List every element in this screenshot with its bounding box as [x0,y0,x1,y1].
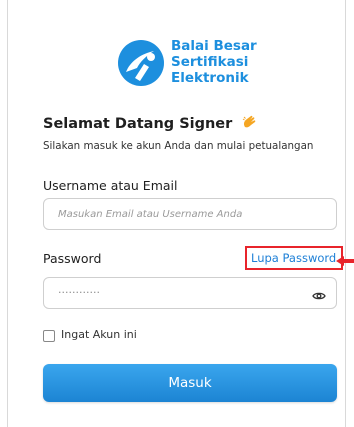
remember-checkbox[interactable] [43,330,55,342]
forgot-password-link[interactable]: Lupa Password [251,251,336,265]
brand-line-1: Balai Besar [171,38,257,54]
username-label: Username atau Email [43,178,178,193]
welcome-subtitle: Silakan masuk ke akun Anda dan mulai pet… [43,140,314,152]
bbse-logo-text: Balai Besar Sertifikasi Elektronik [171,38,257,86]
remember-label[interactable]: Ingat Akun ini [61,328,137,341]
username-input[interactable] [58,199,308,229]
brand-line-3: Elektronik [171,70,249,86]
password-label: Password [43,251,102,266]
password-field[interactable]: ············ [43,277,337,309]
bbse-logo: Balai Besar Sertifikasi Elektronik [116,38,266,90]
waving-hand-icon [241,114,257,134]
forgot-password-highlight: Lupa Password [245,246,343,270]
welcome-heading: Selamat Datang Signer [43,114,257,134]
eye-icon[interactable] [312,287,326,306]
username-field[interactable] [43,198,337,230]
arrow-left-icon [336,252,354,271]
login-card: Balai Besar Sertifikasi Elektronik Selam… [7,0,346,427]
brand-line-2: Sertifikasi [171,54,249,70]
password-input[interactable]: ············ [58,286,100,299]
login-button[interactable]: Masuk [43,364,337,402]
welcome-title: Selamat Datang Signer [43,116,233,132]
bbse-logo-icon [118,40,164,86]
